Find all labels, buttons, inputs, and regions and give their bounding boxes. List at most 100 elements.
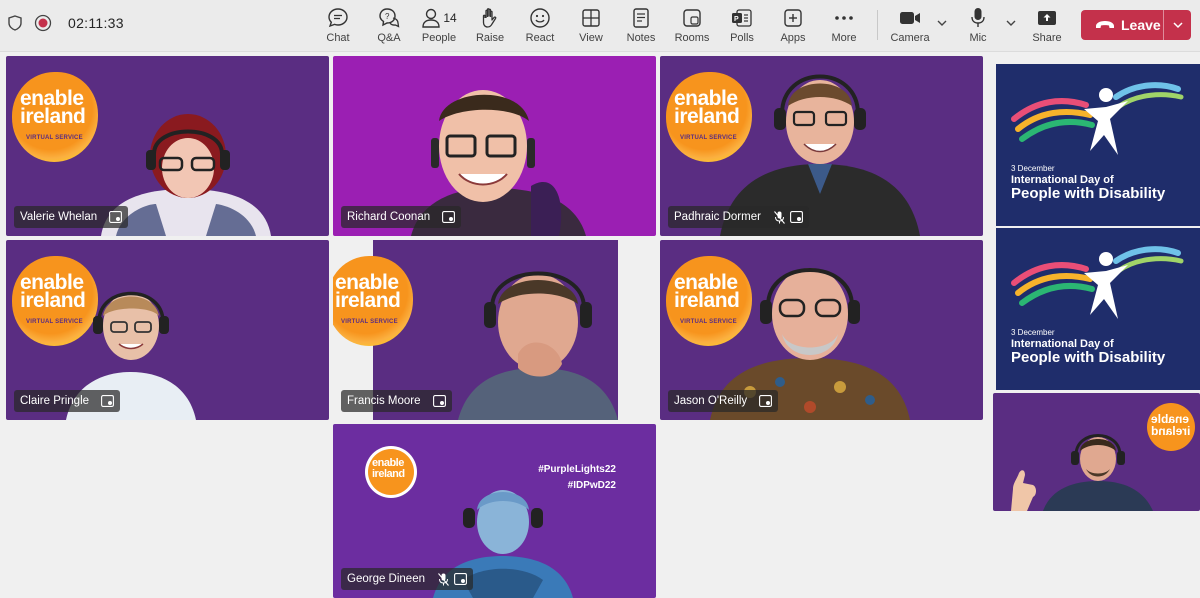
- react-label: React: [525, 32, 555, 44]
- notes-button[interactable]: Notes: [615, 6, 667, 48]
- toolbar-divider: [877, 10, 878, 40]
- notes-label: Notes: [626, 32, 656, 44]
- notes-icon: [632, 6, 650, 30]
- hand-icon: [480, 6, 500, 30]
- participant-name-chip: Valerie Whelan: [14, 206, 129, 228]
- video-tile[interactable]: enable ireland #PurpleLights22 #IDPwD22 …: [333, 424, 656, 598]
- shared-content-tile[interactable]: 3 December International Day of People w…: [996, 228, 1200, 390]
- meeting-toolbar: 02:11:33 Chat ? Q&A 14 People Raise Reac…: [0, 0, 1200, 52]
- people-icon: 14: [421, 6, 457, 30]
- view-label: View: [579, 32, 603, 44]
- camera-button[interactable]: Camera: [884, 6, 936, 48]
- participant-name-chip: George Dineen: [341, 568, 473, 590]
- leave-options-chevron-icon[interactable]: [1164, 10, 1191, 40]
- phone-hangup-icon: [1096, 21, 1114, 28]
- plus-icon: [783, 6, 803, 30]
- video-tile[interactable]: enable ireland VIRTUAL SERVICE Valerie W…: [6, 56, 329, 236]
- polls-label: Polls: [730, 32, 754, 44]
- view-button[interactable]: View: [565, 6, 617, 48]
- enable-ireland-logo: enable ireland VIRTUAL SERVICE: [12, 72, 98, 162]
- participant-name: Claire Pringle: [20, 395, 90, 407]
- participant-video: [1011, 434, 1153, 511]
- mic-options-chevron-icon[interactable]: [1004, 16, 1018, 30]
- enable-ireland-logo: enable ireland: [365, 446, 417, 498]
- mic-button[interactable]: Mic: [952, 6, 1004, 48]
- pinned-video-icon: [432, 395, 446, 408]
- leave-button[interactable]: Leave: [1081, 10, 1191, 40]
- participant-name-chip: Padhraic Dormer: [668, 206, 809, 228]
- camera-icon: [899, 6, 921, 30]
- polls-icon: P: [731, 6, 753, 30]
- more-label: More: [831, 32, 857, 44]
- camera-options-chevron-icon[interactable]: [935, 16, 949, 30]
- pinned-video-icon: [101, 395, 114, 408]
- participant-name-chip: Francis Moore: [341, 390, 452, 412]
- hashtag: #PurpleLights22: [538, 464, 616, 475]
- more-button[interactable]: More: [818, 6, 870, 48]
- video-tile[interactable]: enable ireland VIRTUAL SERVICE Francis M…: [333, 240, 656, 420]
- raise-label: Raise: [475, 32, 505, 44]
- meeting-timer: 02:11:33: [68, 15, 124, 31]
- idpwd-logo-icon: [1011, 246, 1184, 319]
- participant-name: Jason O'Reilly: [674, 395, 748, 407]
- people-count: 14: [443, 11, 457, 25]
- self-view-tile[interactable]: enable ireland: [993, 393, 1200, 511]
- rooms-button[interactable]: Rooms: [666, 6, 718, 48]
- meeting-status: 02:11:33: [6, 14, 124, 32]
- react-button[interactable]: React: [514, 6, 566, 48]
- apps-button[interactable]: Apps: [767, 6, 819, 48]
- shared-content-tile[interactable]: 3 December International Day of People w…: [996, 64, 1200, 226]
- idpwd-date: 3 December: [1011, 328, 1055, 337]
- leave-main[interactable]: Leave: [1081, 10, 1163, 40]
- qa-label: Q&A: [377, 32, 401, 44]
- participant-name-chip: Richard Coonan: [341, 206, 462, 228]
- svg-text:?: ?: [385, 12, 390, 21]
- camera-label: Camera: [890, 32, 930, 44]
- people-button[interactable]: 14 People: [413, 6, 465, 48]
- raise-hand-button[interactable]: Raise: [464, 6, 516, 48]
- pinned-video-icon: [442, 211, 456, 224]
- rooms-label: Rooms: [674, 32, 710, 44]
- pinned-video-icon: [454, 573, 467, 586]
- participant-video: [458, 271, 618, 420]
- mic-muted-icon: [437, 572, 450, 586]
- participant-name: Richard Coonan: [347, 211, 431, 223]
- participant-name: Valerie Whelan: [20, 211, 98, 223]
- idpwd-date: 3 December: [1011, 164, 1055, 173]
- mic-icon: [969, 6, 987, 30]
- shield-icon[interactable]: [6, 14, 24, 32]
- pinned-video-icon: [759, 395, 773, 408]
- video-tile[interactable]: enable ireland VIRTUAL SERVICE Claire Pr…: [6, 240, 329, 420]
- grid-icon: [581, 6, 601, 30]
- polls-button[interactable]: P Polls: [716, 6, 768, 48]
- smile-icon: [529, 6, 551, 30]
- idpwd-logo-icon: [1011, 82, 1184, 155]
- participant-name-chip: Claire Pringle: [14, 390, 121, 412]
- pinned-video-icon: [109, 211, 123, 224]
- participant-name-chip: Jason O'Reilly: [668, 390, 779, 412]
- video-tile[interactable]: Richard Coonan: [333, 56, 656, 236]
- share-icon: [1036, 6, 1058, 30]
- qa-button[interactable]: ? Q&A: [363, 6, 415, 48]
- mic-label: Mic: [969, 32, 987, 44]
- qa-icon: ?: [378, 6, 400, 30]
- recording-icon: [34, 14, 52, 32]
- enable-ireland-logo-mirrored: enable ireland: [1147, 403, 1195, 451]
- video-tile[interactable]: enable ireland VIRTUAL SERVICE Jason O'R…: [660, 240, 983, 420]
- participant-name: George Dineen: [347, 573, 425, 585]
- pinned-video-icon: [789, 211, 803, 224]
- ellipsis-icon: [833, 6, 855, 30]
- idpwd-line2: People with Disability: [1011, 349, 1166, 366]
- leave-label: Leave: [1121, 17, 1161, 33]
- chat-button[interactable]: Chat: [312, 6, 364, 48]
- people-label: People: [421, 32, 457, 44]
- participant-name: Francis Moore: [347, 395, 421, 407]
- enable-ireland-logo: enable ireland VIRTUAL SERVICE: [333, 256, 413, 346]
- share-label: Share: [1032, 32, 1062, 44]
- video-tile[interactable]: enable ireland VIRTUAL SERVICE Padhraic …: [660, 56, 983, 236]
- chat-label: Chat: [326, 32, 350, 44]
- participant-name: Padhraic Dormer: [674, 211, 761, 223]
- chat-icon: [327, 6, 349, 30]
- share-button[interactable]: Share: [1021, 6, 1073, 48]
- rooms-icon: [682, 6, 702, 30]
